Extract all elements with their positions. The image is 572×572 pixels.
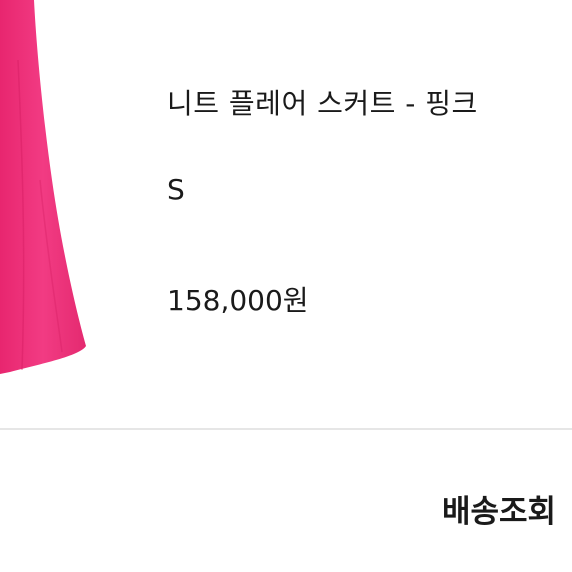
product-option-size: S — [167, 173, 185, 206]
product-price: 158,000원 — [167, 284, 309, 317]
product-name: 니트 플레어 스커트 - 핑크 — [167, 87, 478, 120]
skirt-shape — [0, 0, 86, 374]
product-image[interactable] — [0, 0, 110, 400]
track-delivery-button[interactable]: 배송조회 — [442, 486, 556, 531]
order-item-screen: 니트 플레어 스커트 - 핑크 S 158,000원 배송조회 — [0, 0, 572, 572]
section-divider — [0, 428, 572, 430]
